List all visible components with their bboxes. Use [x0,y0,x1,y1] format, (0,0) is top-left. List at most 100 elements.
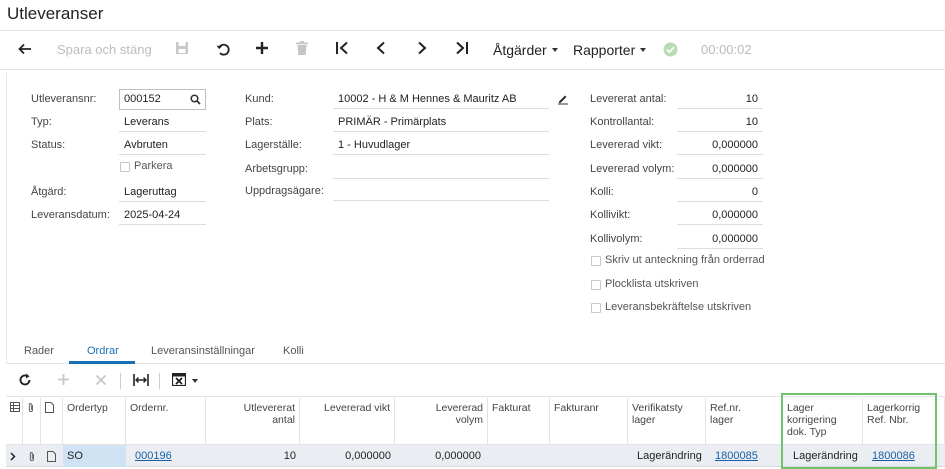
header-inventory-doc-type-line1: Verifikatsty [632,402,683,414]
shipment-nbr-label: Utleveransnr: [31,93,97,105]
tab-shipping-settings[interactable]: Leveransinställningar [151,345,255,357]
column-selector-header[interactable] [6,398,23,445]
paperclip-icon[interactable] [23,445,41,467]
cell-order-type[interactable]: SO [63,445,126,467]
shipped-weight-field: 0,000000 [677,135,763,155]
packages-label: Kolli: [590,186,614,198]
operation-label: Åtgärd: [31,186,67,198]
tab-lines[interactable]: Rader [24,345,54,357]
export-excel-icon[interactable] [171,372,187,389]
next-record-icon[interactable] [416,41,428,55]
check-circle-icon[interactable] [663,42,678,57]
orders-grid: Ordertyp Ordernr. Utlevererat antal Leve… [6,398,945,469]
chevron-down-icon[interactable] [192,379,198,383]
undo-icon[interactable] [215,41,231,57]
header-invoice-type[interactable]: Fakturat [488,398,550,445]
header-adjustment-ref-nbr-line2: Ref. Nbr. [867,414,909,426]
control-qty-field[interactable]: 10 [677,112,763,132]
cell-adjustment-ref-nbr[interactable]: 1800086 [868,445,945,467]
confirmation-printed-checkbox[interactable] [591,303,601,313]
cell-shipped-weight[interactable]: 0,000000 [300,445,395,467]
header-invoice-nbr[interactable]: Fakturanr [550,398,628,445]
workgroup-field[interactable] [333,159,549,179]
header-inventory-ref-nbr-line2: lager [710,414,734,426]
header-inventory-ref-nbr[interactable]: Ref.nr. lager [706,398,783,445]
header-shipped-qty[interactable]: Utlevererat antal [206,398,300,445]
header-shipped-volume[interactable]: Levererad volym [395,398,488,445]
actions-menu[interactable]: Åtgärder [493,41,558,59]
search-icon[interactable] [190,93,201,112]
shipped-qty-field: 10 [677,89,763,109]
cell-shipped-volume[interactable]: 0,000000 [395,445,488,467]
refresh-icon[interactable] [18,373,32,390]
inventory-ref-nbr-link[interactable]: 1800085 [715,450,758,462]
location-field[interactable]: PRIMÄR - Primärplats [333,112,549,132]
header-adjustment-ref-nbr-line1: Lagerkorrig [867,402,921,414]
add-icon[interactable] [255,41,269,55]
header-order-nbr[interactable]: Ordernr. [126,398,206,445]
actions-menu-label: Åtgärder [493,42,547,58]
chevron-down-icon [640,48,647,53]
tab-orders[interactable]: Ordrar [87,345,119,357]
header-adjustment-ref-nbr[interactable]: Lagerkorrig Ref. Nbr. [863,398,945,445]
operation-field[interactable]: Lageruttag [119,182,206,202]
shipped-volume-field: 0,000000 [677,159,763,179]
delete-row-icon[interactable] [95,373,107,389]
hold-checkbox[interactable] [120,162,130,172]
tab-packages[interactable]: Kolli [283,345,304,357]
shipment-nbr-input[interactable]: 000152 [119,89,206,110]
document-icon [45,402,54,413]
last-record-icon[interactable] [455,41,469,55]
cell-adjustment-doc-type[interactable]: Lagerändring [789,445,863,467]
owner-label: Uppdragsägare: [245,185,324,197]
print-note-checkbox[interactable] [591,256,601,266]
print-note-label: Skriv ut anteckning från orderrad [605,254,765,266]
header-adjustment-doc-type-line2: korrigering [787,414,837,426]
header-adjustment-doc-type[interactable]: Lager korrigering dok. Typ [783,398,863,445]
cell-shipped-qty[interactable]: 10 [206,445,300,467]
document-icon[interactable] [41,445,63,467]
header-inventory-doc-type-line2: lager [632,414,656,426]
add-row-icon[interactable] [57,373,70,389]
shipment-date-field[interactable]: 2025-04-24 [119,205,206,225]
first-record-icon[interactable] [335,41,349,55]
page-title: Utleveranser [7,4,104,23]
header-shipped-volume-line1: Levererad [435,402,483,414]
package-weight-label: Kollivikt: [590,209,631,221]
customer-field[interactable]: 10002 - H & M Hennes & Mauritz AB [333,89,549,109]
tab-bar: Rader Ordrar Leveransinställningar Kolli [6,340,945,364]
cell-invoice-nbr[interactable] [550,445,628,467]
delete-icon[interactable] [296,41,308,55]
header-shipped-weight[interactable]: Levererad vikt [300,398,395,445]
status-label: Status: [31,139,66,151]
edit-pencil-icon[interactable] [557,93,569,108]
cell-inventory-ref-nbr[interactable]: 1800085 [711,445,783,467]
order-nbr-link[interactable]: 000196 [135,450,172,462]
save-and-close-button[interactable]: Spara och stäng [57,41,152,59]
picklist-printed-checkbox[interactable] [591,280,601,290]
package-weight-field: 0,000000 [677,205,763,225]
reports-menu[interactable]: Rapporter [573,41,647,59]
header-inventory-ref-nbr-line1: Ref.nr. [710,402,741,414]
shipment-header-form: Utleveransnr: 000152 Typ: Leverans Statu… [6,73,945,363]
cell-order-nbr[interactable]: 000196 [126,445,206,467]
header-order-type[interactable]: Ordertyp [63,398,126,445]
cell-invoice-type[interactable] [488,445,550,467]
adjustment-ref-nbr-link[interactable]: 1800086 [872,450,915,462]
reports-menu-label: Rapporter [573,42,636,58]
save-icon[interactable] [175,41,189,55]
back-arrow-icon[interactable] [17,41,33,57]
fit-columns-icon[interactable] [133,373,149,390]
warehouse-field[interactable]: 1 - Huvudlager [333,135,549,155]
header-inventory-doc-type[interactable]: Verifikatsty lager [628,398,706,445]
header-shipped-qty-line2: antal [272,414,295,426]
type-field[interactable]: Leverans [119,112,206,132]
owner-field[interactable] [333,181,549,201]
active-tab-indicator [69,361,135,364]
cell-inventory-doc-type[interactable]: Lagerändring [633,445,706,467]
packages-field: 0 [677,182,763,202]
chevron-down-icon [551,48,558,53]
previous-record-icon[interactable] [375,41,387,55]
row-indicator-icon[interactable] [6,445,23,467]
header-shipped-qty-line1: Utlevererat [243,402,295,414]
